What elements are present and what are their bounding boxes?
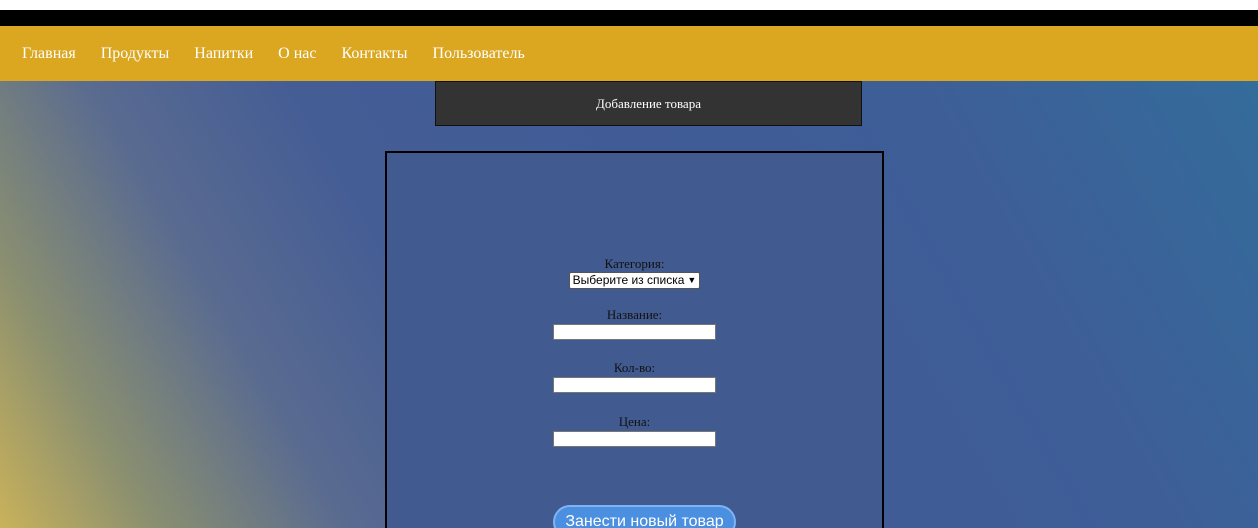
nav-link-home[interactable]: Главная <box>22 45 76 63</box>
quantity-field: Кол-во: <box>387 361 882 394</box>
price-input[interactable] <box>553 431 716 447</box>
nav-link-drinks[interactable]: Напитки <box>194 45 253 63</box>
price-label: Цена: <box>618 414 651 429</box>
nav-link-about[interactable]: О нас <box>278 45 316 63</box>
page-title: Добавление товара <box>435 81 862 126</box>
quantity-input[interactable] <box>553 377 716 393</box>
name-field: Название: <box>387 308 882 341</box>
nav-link-user[interactable]: Пользователь <box>433 45 525 63</box>
top-spacer <box>0 0 1258 10</box>
submit-new-product-button[interactable]: Занести новый товар <box>553 505 736 528</box>
price-field: Цена: <box>387 415 882 448</box>
category-label: Категория: <box>604 256 665 271</box>
quantity-label: Кол-во: <box>613 360 656 375</box>
add-product-form: Категория: Выберите из списка ▼ Название… <box>385 151 884 528</box>
category-select[interactable]: Выберите из списка ▼ <box>568 272 701 289</box>
chevron-down-icon: ▼ <box>687 275 697 285</box>
name-label: Название: <box>606 307 663 322</box>
nav-link-contacts[interactable]: Контакты <box>342 45 408 63</box>
category-select-value: Выберите из списка <box>572 273 685 287</box>
main-nav: Главная Продукты Напитки О нас Контакты … <box>0 26 1258 81</box>
name-input[interactable] <box>553 324 716 340</box>
nav-link-products[interactable]: Продукты <box>101 45 170 63</box>
header-black-bar <box>0 10 1258 26</box>
category-field: Категория: Выберите из списка ▼ <box>387 257 882 289</box>
